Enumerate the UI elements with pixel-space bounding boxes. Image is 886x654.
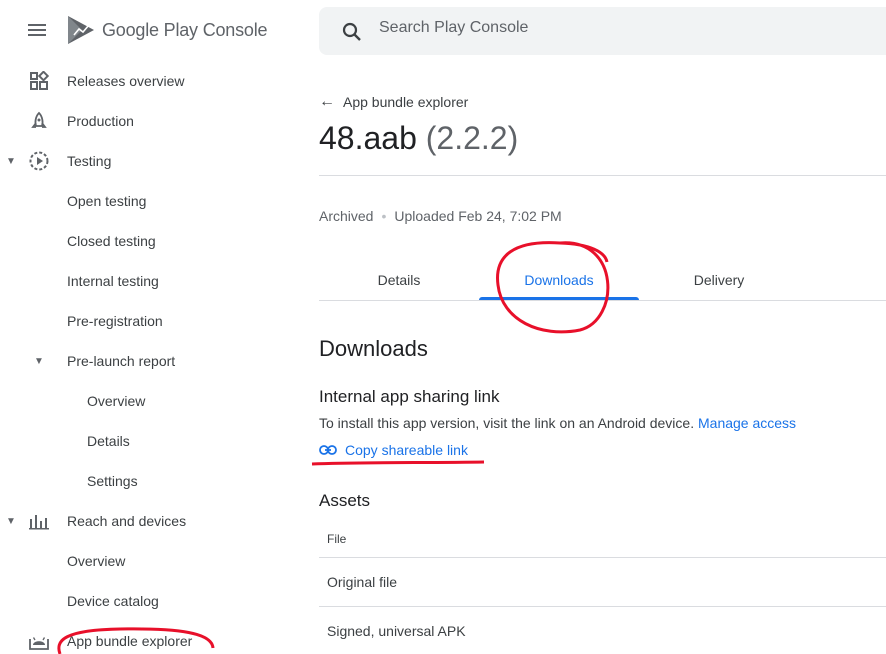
link-icon	[319, 445, 337, 455]
separator-dot: •	[381, 208, 387, 224]
table-row[interactable]: Signed, universal APK	[319, 607, 886, 654]
sidebar-item-label: Reach and devices	[67, 513, 187, 529]
sidebar-item-label: Production	[67, 113, 134, 129]
file-name: Original file	[327, 574, 398, 590]
sidebar-item-label: Releases overview	[67, 73, 185, 89]
sidebar-item-production[interactable]: Production	[0, 101, 300, 141]
sidebar-item-label: Settings	[87, 473, 138, 489]
search-bar[interactable]	[319, 7, 886, 55]
table-header: File	[319, 518, 886, 558]
manage-access-link[interactable]: Manage access	[698, 415, 796, 431]
search-icon[interactable]	[341, 21, 363, 43]
sidebar-item-internal-testing[interactable]: Internal testing	[0, 261, 300, 301]
tab-details[interactable]: Details	[319, 260, 479, 300]
sidebar-item-reach-and-devices[interactable]: ▼ Reach and devices	[0, 501, 300, 541]
rocket-icon	[28, 110, 50, 132]
bundle-meta: Archived • Uploaded Feb 24, 7:02 PM	[319, 208, 562, 224]
section-title: Downloads	[319, 336, 428, 361]
sidebar-item-label: Testing	[67, 153, 112, 169]
bundle-name: 48.aab	[319, 120, 417, 156]
page-title: 48.aab (2.2.2)	[319, 120, 518, 157]
assets-table: File Original file Signed, universal APK	[319, 518, 886, 654]
brand[interactable]: Google Play Console	[66, 14, 268, 46]
sidebar-item-label: Overview	[67, 553, 126, 569]
tabs-divider	[319, 300, 886, 301]
annotation-underline-copy-link	[311, 460, 485, 466]
sidebar-item-releases-overview[interactable]: Releases overview	[0, 61, 300, 101]
sidebar-item-label: Closed testing	[67, 233, 156, 249]
sidebar-item-label: Details	[87, 433, 130, 449]
sidebar-item-label: Open testing	[67, 193, 147, 209]
sidebar-item-pre-launch-details[interactable]: Details	[0, 421, 300, 461]
search-input[interactable]	[379, 19, 779, 37]
menu-icon[interactable]	[28, 21, 50, 41]
sidebar-item-label: Pre-registration	[67, 313, 163, 329]
status-text: Archived	[319, 208, 374, 224]
sidebar-item-testing[interactable]: ▼ Testing	[0, 141, 300, 181]
caret-down-icon[interactable]: ▼	[6, 516, 16, 527]
caret-down-icon[interactable]: ▼	[6, 156, 16, 167]
file-name: Signed, universal APK	[327, 623, 466, 639]
back-link-label: App bundle explorer	[343, 94, 469, 110]
sidebar-item-pre-registration[interactable]: Pre-registration	[0, 301, 300, 341]
assets-title: Assets	[319, 491, 371, 510]
sidebar-item-device-catalog[interactable]: Device catalog	[0, 581, 300, 621]
sidebar-item-reach-overview[interactable]: Overview	[0, 541, 300, 581]
sidebar-item-pre-launch-overview[interactable]: Overview	[0, 381, 300, 421]
sidebar: Google Play Console Releases overview Pr…	[0, 0, 300, 654]
arrow-back-icon: ←	[319, 93, 335, 110]
brand-name: Google Play Console	[102, 19, 268, 40]
sidebar-item-label: Internal testing	[67, 273, 159, 289]
tab-bar: Details Downloads Delivery	[319, 260, 886, 300]
tab-downloads[interactable]: Downloads	[479, 260, 639, 300]
copy-link-label: Copy shareable link	[345, 442, 468, 458]
sidebar-item-pre-launch-report[interactable]: ▼ Pre-launch report	[0, 341, 300, 381]
sharing-help: To install this app version, visit the l…	[319, 415, 796, 431]
sidebar-item-closed-testing[interactable]: Closed testing	[0, 221, 300, 261]
play-console-logo-icon	[68, 16, 94, 44]
dashboard-icon	[28, 70, 50, 92]
sidebar-item-label: Device catalog	[67, 593, 159, 609]
table-row[interactable]: Original file	[319, 558, 886, 607]
sidebar-item-label: App bundle explorer	[67, 633, 193, 649]
bundle-version: (2.2.2)	[425, 120, 519, 156]
sidebar-item-label: Overview	[87, 393, 146, 409]
column-header-file: File	[327, 532, 347, 546]
sidebar-item-pre-launch-settings[interactable]: Settings	[0, 461, 300, 501]
bar-chart-icon	[28, 510, 50, 532]
sidebar-item-open-testing[interactable]: Open testing	[0, 181, 300, 221]
back-link[interactable]: ← App bundle explorer	[319, 93, 468, 111]
sidebar-item-app-bundle-explorer[interactable]: App bundle explorer	[0, 621, 300, 654]
tab-delivery[interactable]: Delivery	[639, 260, 799, 300]
copy-shareable-link-button[interactable]: Copy shareable link	[319, 442, 468, 458]
sharing-title: Internal app sharing link	[319, 387, 500, 406]
testing-icon	[28, 150, 50, 172]
uploaded-text: Uploaded Feb 24, 7:02 PM	[394, 208, 562, 224]
caret-down-icon[interactable]: ▼	[34, 356, 44, 367]
header-divider	[319, 175, 886, 176]
sidebar-item-label: Pre-launch report	[67, 353, 176, 369]
android-box-icon	[28, 630, 50, 652]
sharing-help-text: To install this app version, visit the l…	[319, 415, 695, 431]
